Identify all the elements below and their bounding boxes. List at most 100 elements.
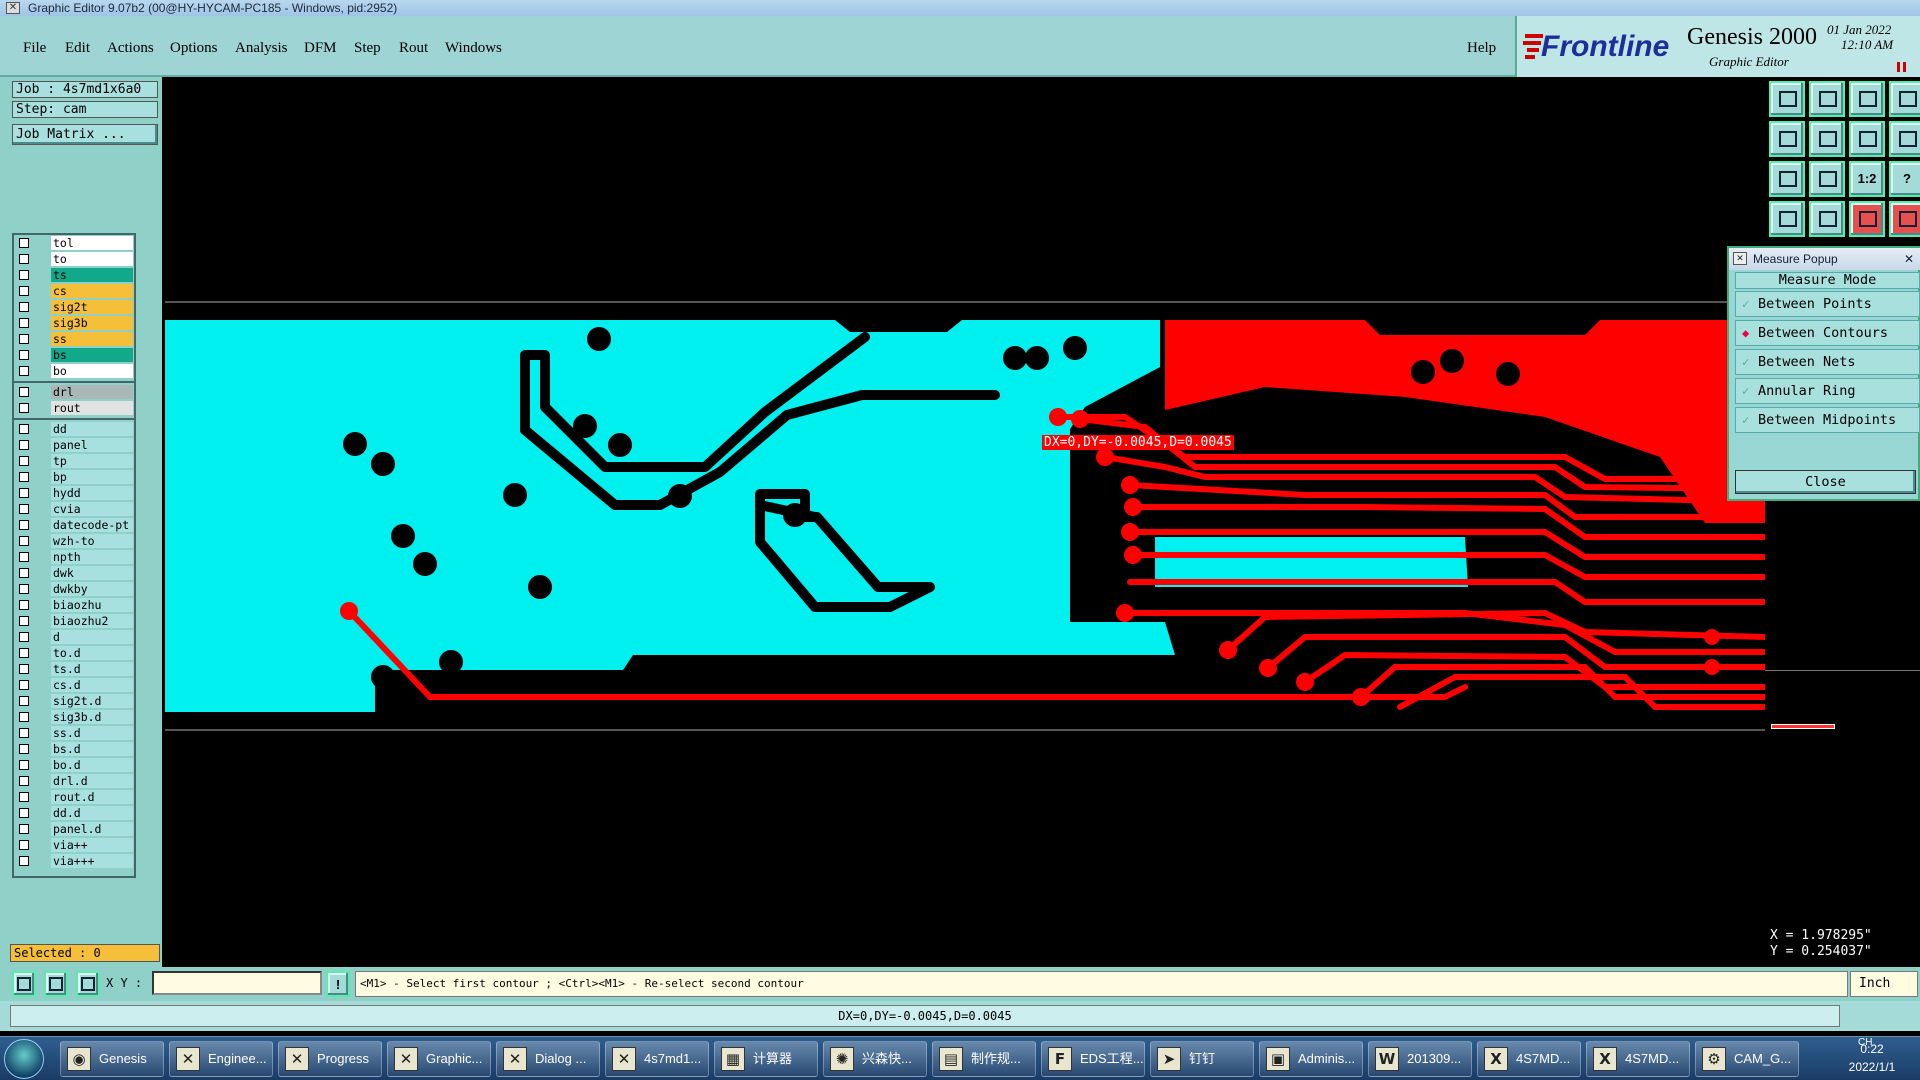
layer-row[interactable]: dd.d [14, 806, 134, 821]
layer-checkbox[interactable] [19, 840, 29, 850]
menu-windows[interactable]: Windows [445, 40, 502, 57]
layer-checkbox[interactable] [19, 520, 29, 530]
layer-checkbox[interactable] [19, 808, 29, 818]
taskbar-item[interactable]: X 4S7MD... [1586, 1041, 1690, 1077]
layer-row[interactable]: npth [14, 550, 134, 565]
layer-checkbox[interactable] [19, 472, 29, 482]
layer-row[interactable]: sig2t.d [14, 694, 134, 709]
menu-step[interactable]: Step [354, 40, 381, 57]
pan-left-button[interactable] [1769, 121, 1805, 157]
taskbar-item[interactable]: ✕ Graphic... [387, 1041, 491, 1077]
layer-checkbox[interactable] [19, 238, 29, 248]
layer-checkbox[interactable] [19, 387, 29, 397]
layer-row[interactable]: ss.d [14, 726, 134, 741]
close-icon[interactable]: ✕ [1904, 248, 1914, 270]
system-clock[interactable]: 0:22 2022/1/1 [1832, 1040, 1912, 1076]
option-between-points[interactable]: ✓ Between Points [1735, 291, 1920, 317]
grid-button[interactable] [1809, 201, 1845, 237]
taskbar-item[interactable]: ✕ 4s7md1... [605, 1041, 709, 1077]
layer-row[interactable]: d [14, 630, 134, 645]
measure-tool-button[interactable] [1769, 201, 1805, 237]
layer-checkbox[interactable] [19, 712, 29, 722]
layer-row[interactable]: panel [14, 438, 134, 453]
layer-row[interactable]: cs.d [14, 678, 134, 693]
layer-checkbox[interactable] [19, 680, 29, 690]
layer-row[interactable]: to [14, 252, 134, 267]
layer-row[interactable]: hydd [14, 486, 134, 501]
menu-dfm[interactable]: DFM [304, 40, 337, 57]
layer-row[interactable]: sig3b [14, 316, 134, 331]
layer-row[interactable]: sig2t [14, 300, 134, 315]
layer-row[interactable]: biaozhu2 [14, 614, 134, 629]
option-between-nets[interactable]: ✓ Between Nets [1735, 349, 1920, 375]
layer-row[interactable]: ss [14, 332, 134, 347]
layer-row[interactable]: sig3b.d [14, 710, 134, 725]
menu-edit[interactable]: Edit [65, 40, 90, 57]
layer-row[interactable]: via+++ [14, 854, 134, 869]
option-annular-ring[interactable]: ✓ Annular Ring [1735, 378, 1920, 404]
layer-checkbox[interactable] [19, 270, 29, 280]
xy-input[interactable] [152, 971, 322, 995]
zoom-back-button[interactable] [1809, 81, 1845, 117]
layer-checkbox[interactable] [19, 488, 29, 498]
layer-checkbox[interactable] [19, 334, 29, 344]
graphic-canvas[interactable]: DX=0,DY=-0.0045,D=0.0045 [165, 77, 1768, 967]
taskbar-item[interactable]: ➤ 钉钉 [1150, 1041, 1254, 1077]
menu-actions[interactable]: Actions [107, 40, 154, 57]
layer-checkbox[interactable] [19, 584, 29, 594]
start-button[interactable] [4, 1039, 44, 1079]
taskbar-item[interactable]: ✕ Enginee... [169, 1041, 273, 1077]
layer-row[interactable]: bs.d [14, 742, 134, 757]
layer-checkbox[interactable] [19, 552, 29, 562]
option-between-contours[interactable]: ◆ Between Contours [1735, 320, 1920, 346]
layer-row[interactable]: dwkby [14, 582, 134, 597]
layer-checkbox[interactable] [19, 792, 29, 802]
layer-checkbox[interactable] [19, 318, 29, 328]
taskbar-item[interactable]: ▣ Adminis... [1259, 1041, 1363, 1077]
layer-row[interactable]: ts [14, 268, 134, 283]
units-select[interactable]: Inch [1850, 971, 1918, 997]
option-between-midpoints[interactable]: ✓ Between Midpoints [1735, 407, 1920, 433]
taskbar-item[interactable]: ◉ Genesis [60, 1041, 164, 1077]
layer-row[interactable]: ts.d [14, 662, 134, 677]
layer-row[interactable]: tp [14, 454, 134, 469]
taskbar-item[interactable]: ✕ Progress [278, 1041, 382, 1077]
draw-tool-button[interactable] [44, 971, 68, 997]
layer-checkbox[interactable] [19, 366, 29, 376]
layer-checkbox[interactable] [19, 536, 29, 546]
layer-row[interactable]: bp [14, 470, 134, 485]
layer-row[interactable]: bo [14, 364, 134, 379]
layer-checkbox[interactable] [19, 254, 29, 264]
taskbar-item[interactable]: W 201309... [1368, 1041, 1472, 1077]
layer-row[interactable]: dd [14, 422, 134, 437]
taskbar-item[interactable]: F EDS工程... [1041, 1041, 1145, 1077]
layer-row[interactable]: rout.d [14, 790, 134, 805]
layer-checkbox[interactable] [19, 696, 29, 706]
home-view-button[interactable] [1849, 81, 1885, 117]
menu-help[interactable]: Help [1467, 40, 1496, 57]
layer-row[interactable]: to.d [14, 646, 134, 661]
layer-checkbox[interactable] [19, 600, 29, 610]
layer-checkbox[interactable] [19, 456, 29, 466]
menu-options[interactable]: Options [170, 40, 218, 57]
taskbar-item[interactable]: ▤ 制作规... [932, 1041, 1036, 1077]
layer-checkbox[interactable] [19, 616, 29, 626]
layer-checkbox[interactable] [19, 776, 29, 786]
layer-checkbox[interactable] [19, 403, 29, 413]
layer-row[interactable]: biaozhu [14, 598, 134, 613]
layer-row[interactable]: cvia [14, 502, 134, 517]
zoom-fit-button[interactable] [1809, 161, 1845, 197]
layer-row[interactable]: panel.d [14, 822, 134, 837]
layer-checkbox[interactable] [19, 286, 29, 296]
menu-analysis[interactable]: Analysis [235, 40, 288, 57]
scale-button[interactable]: 1:2 [1849, 161, 1885, 197]
layer-row[interactable]: dwk [14, 566, 134, 581]
layer-checkbox[interactable] [19, 350, 29, 360]
overview-map[interactable] [1765, 670, 1920, 923]
taskbar-item[interactable]: X 4S7MD... [1477, 1041, 1581, 1077]
alert-button[interactable]: ! [326, 971, 350, 997]
close-button[interactable]: Close [1735, 470, 1916, 494]
zoom-home-button[interactable] [1769, 81, 1805, 117]
layer-checkbox[interactable] [19, 664, 29, 674]
layer-swap-button[interactable] [1889, 201, 1920, 237]
